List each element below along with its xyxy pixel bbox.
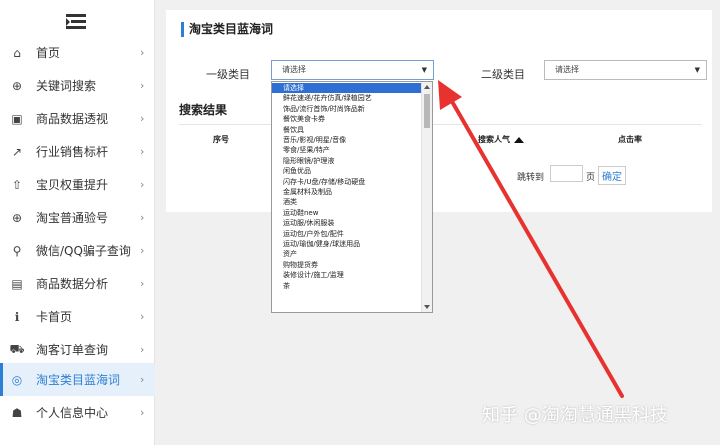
chevron-right-icon: ›	[140, 244, 145, 257]
results-title: 搜索结果	[179, 103, 228, 117]
search-plus-icon: ⊕	[11, 210, 23, 225]
chevron-right-icon: ›	[140, 46, 145, 59]
sidebar-item-label: 淘宝普通验号	[36, 211, 109, 225]
level2-select[interactable]: 请选择 ▼	[544, 60, 707, 80]
sidebar-item-4[interactable]: ↗ 行业销售标杆 ›	[0, 135, 155, 168]
column-header-index: 序号	[213, 135, 229, 144]
dropdown-option[interactable]: 运动包/户外包/配件	[272, 229, 422, 239]
sidebar-item-label: 淘客订单查询	[36, 343, 109, 357]
sidebar-item-9[interactable]: ℹ 卡首页 ›	[0, 300, 155, 333]
level1-select-value: 请选择	[282, 65, 306, 74]
sidebar-item-label: 行业销售标杆	[36, 145, 109, 159]
sidebar-item-label: 淘宝类目蓝海词	[36, 373, 121, 387]
chevron-right-icon: ›	[140, 79, 145, 92]
scroll-down-icon[interactable]	[424, 305, 430, 309]
column-header-popularity-label: 搜索人气	[478, 135, 510, 144]
cart-icon: ⛟	[9, 341, 25, 356]
chevron-right-icon: ›	[140, 373, 145, 386]
scroll-up-icon[interactable]	[424, 85, 430, 89]
chevron-right-icon: ›	[140, 178, 145, 191]
sidebar-item-2[interactable]: ⊕ 关键词搜索 ›	[0, 69, 155, 102]
sidebar-item-label: 宝贝权重提升	[36, 178, 109, 192]
line-chart-icon: ↗	[11, 144, 23, 159]
dropdown-option[interactable]: 饰品/流行首饰/时尚饰品新	[272, 104, 422, 114]
search-plus-icon: ⊕	[11, 78, 23, 93]
chevron-down-icon: ▼	[694, 66, 700, 74]
user-icon: ☗	[11, 405, 23, 420]
chevron-down-icon: ▼	[421, 66, 427, 74]
dropdown-option[interactable]: 金属材料及制品	[272, 187, 422, 197]
chevron-right-icon: ›	[140, 145, 145, 158]
dropdown-option[interactable]: 零食/坚果/特产	[272, 145, 422, 155]
chevron-right-icon: ›	[140, 112, 145, 125]
dropdown-option[interactable]: 请选择	[272, 83, 422, 94]
column-header-ctr: 点击率	[618, 135, 642, 144]
sidebar-item-3[interactable]: ▣ 商品数据透视 ›	[0, 102, 155, 135]
menu-toggle-icon[interactable]	[66, 14, 86, 30]
sidebar-item-12[interactable]: ☗ 个人信息中心 ›	[0, 396, 155, 429]
chevron-right-icon: ›	[140, 277, 145, 290]
sidebar-item-label: 微信/QQ骗子查询	[36, 244, 131, 258]
sidebar-item-label: 首页	[36, 46, 61, 60]
sidebar-item-7[interactable]: ⚲ 微信/QQ骗子查询 ›	[0, 234, 155, 267]
dropdown-option[interactable]: 鲜花速递/花卉仿真/绿植园艺	[272, 93, 422, 103]
level1-select[interactable]: 请选择 ▼	[271, 60, 434, 80]
results-divider	[179, 124, 702, 125]
sidebar-item-label: 商品数据分析	[36, 277, 109, 291]
sidebar-item-6[interactable]: ⊕ 淘宝普通验号 ›	[0, 201, 155, 234]
sidebar-item-1[interactable]: ⌂ 首页 ›	[0, 36, 155, 69]
chevron-right-icon: ›	[140, 310, 145, 323]
dropdown-option[interactable]: 装修设计/施工/监理	[272, 270, 422, 280]
dropdown-option[interactable]: 资产	[272, 249, 422, 259]
dropdown-option[interactable]: 音乐/影视/明星/音像	[272, 135, 422, 145]
dropdown-option[interactable]: 购物提货券	[272, 260, 422, 270]
level1-label: 一级类目	[206, 68, 250, 81]
sidebar: ⌂ 首页 › ⊕ 关键词搜索 › ▣ 商品数据透视 › ↗ 行业销售标杆 › ⇧ 宝贝权重提升 › ⊕ 淘宝普通…	[0, 0, 155, 445]
sidebar-item-5[interactable]: ⇧ 宝贝权重提升 ›	[0, 168, 155, 201]
dropdown-option[interactable]: 隐形眼镜/护理液	[272, 156, 422, 166]
jump-label: 跳转到	[517, 173, 545, 183]
sidebar-item-8[interactable]: ▤ 商品数据分析 ›	[0, 267, 155, 300]
chevron-right-icon: ›	[140, 406, 145, 419]
dropdown-option[interactable]: 运动鞋new	[272, 208, 422, 218]
page-number-input[interactable]	[550, 165, 583, 182]
main-panel: 淘宝类目蓝海词 一级类目 请选择 ▼ 二级类目 请选择 ▼ 搜索结果 序号 搜索…	[166, 10, 712, 212]
upload-icon: ⇧	[11, 177, 23, 192]
sidebar-item-label: 个人信息中心	[36, 406, 109, 420]
dropdown-option[interactable]: 闲鱼优品	[272, 166, 422, 176]
sidebar-item-label: 商品数据透视	[36, 112, 109, 126]
home-icon: ⌂	[13, 45, 21, 60]
confirm-button[interactable]: 确定	[598, 166, 626, 185]
dropdown-option[interactable]: 茶	[272, 281, 422, 291]
dropdown-scrollbar[interactable]	[421, 82, 432, 312]
info-icon: ℹ	[14, 309, 20, 324]
chevron-right-icon: ›	[140, 343, 145, 356]
sidebar-item-label: 卡首页	[36, 310, 73, 324]
column-header-popularity[interactable]: 搜索人气	[478, 134, 524, 145]
camera-icon: ▣	[11, 111, 23, 126]
page-title: 淘宝类目蓝海词	[181, 22, 273, 37]
globe-icon: ◎	[11, 372, 23, 387]
dropdown-option[interactable]: 闪存卡/U盘/存储/移动硬盘	[272, 177, 422, 187]
dropdown-option[interactable]: 运动服/休闲服装	[272, 218, 422, 228]
dropdown-option[interactable]: 餐饮具	[272, 125, 422, 135]
search-icon: ⚲	[12, 243, 22, 258]
dropdown-option[interactable]: 酒类	[272, 197, 422, 207]
page-unit-label: 页	[586, 173, 596, 183]
level2-label: 二级类目	[481, 68, 525, 81]
file-icon: ▤	[11, 276, 23, 291]
sidebar-item-10[interactable]: ⛟ 淘客订单查询 ›	[0, 333, 155, 366]
dropdown-option[interactable]: 餐饮美食卡券	[272, 114, 422, 124]
sidebar-item-11[interactable]: ◎ 淘宝类目蓝海词 ›	[0, 363, 155, 396]
dropdown-option[interactable]: 运动/瑜伽/健身/球迷用品	[272, 239, 422, 249]
chevron-right-icon: ›	[140, 211, 145, 224]
watermark: 知乎 @淘淘慧通黑科技	[482, 405, 668, 426]
sort-asc-icon[interactable]	[514, 136, 524, 143]
level1-dropdown-list[interactable]: 请选择 鲜花速递/花卉仿真/绿植园艺 饰品/流行首饰/时尚饰品新 餐饮美食卡券 餐饮具音…	[271, 81, 433, 313]
scrollbar-thumb[interactable]	[424, 94, 430, 128]
sidebar-item-label: 关键词搜索	[36, 79, 97, 93]
level2-select-value: 请选择	[555, 65, 579, 74]
